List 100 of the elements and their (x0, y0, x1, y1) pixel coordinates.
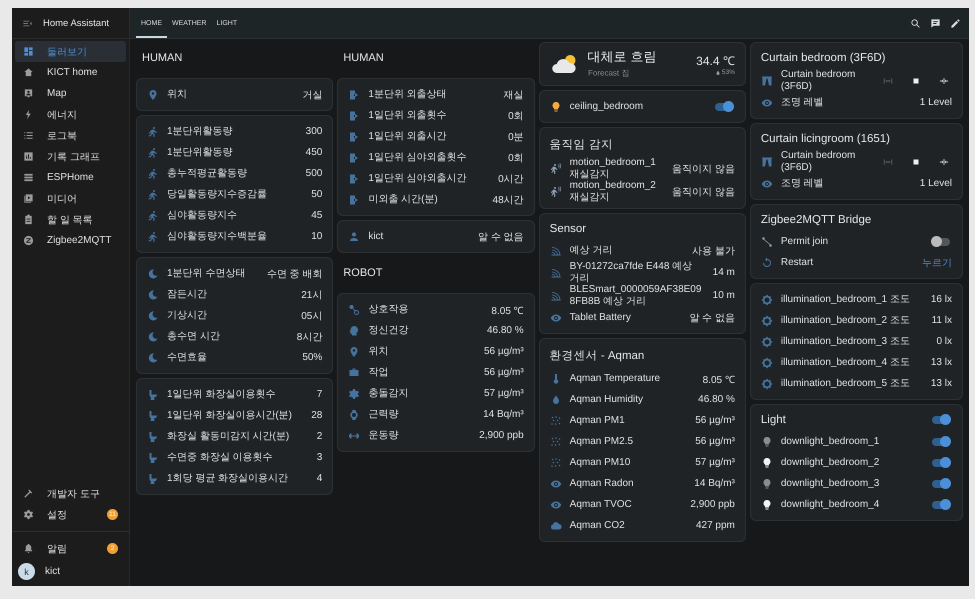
user-item[interactable]: k kict (12, 561, 129, 586)
toggle-switch[interactable] (932, 416, 950, 424)
search-icon[interactable] (910, 18, 921, 28)
entity-name: 1일단위 심야외출시간 (368, 172, 468, 184)
door-exit-icon (348, 88, 360, 100)
brightness-icon (760, 294, 773, 306)
entity-value: 알 수 없음 (478, 230, 524, 244)
entity-value: 거실 (302, 88, 322, 102)
sidebar-item[interactable]: ESPHome (15, 167, 126, 188)
sidebar-item[interactable]: Map (15, 83, 126, 104)
section-heading: HUMAN (141, 51, 184, 66)
entity-name: 총누적평균활동량 (167, 168, 248, 180)
motion-sensor-icon (550, 162, 562, 174)
entity-value: 2,900 ppb (690, 499, 735, 510)
brightness-icon (760, 314, 773, 326)
server-icon (23, 172, 34, 183)
eye-icon (760, 96, 773, 108)
sidebar-item[interactable]: 할 일 목록 (15, 209, 126, 230)
entity-name: 미외출 시간(분) (368, 194, 439, 206)
door-exit-icon (348, 152, 360, 164)
clipboard-icon (23, 214, 34, 225)
toggle-switch[interactable] (932, 438, 950, 446)
weather-condition: 대체로 흐림 (588, 48, 658, 66)
entity-name: 1분단위 외출상태 (368, 88, 448, 100)
entity-value: 50% (302, 352, 322, 363)
entity-value: 수면 중 배회 (266, 268, 322, 280)
entity-value: 28 (311, 410, 322, 421)
entity-name: 수면효율 (167, 352, 208, 364)
press-link[interactable]: 누르기 (922, 256, 952, 270)
entity-value: 21시 (301, 288, 322, 302)
running-person-icon (147, 188, 159, 200)
motion-sensor-icon (550, 186, 562, 198)
entity-name: illumination_bedroom_4 조도 (780, 356, 911, 368)
bar-chart-icon (23, 151, 34, 162)
entity-name: 당일활동량지수증감률 (167, 188, 268, 200)
link-nodes-icon (760, 236, 773, 248)
location-pin-icon (348, 346, 360, 358)
entity-name: 1일단위 화장실이용시간(분) (167, 410, 293, 422)
entity-name: 1일단위 화장실이용횟수 (167, 388, 276, 400)
entity-value: 45 (311, 210, 322, 221)
entity-name: illumination_bedroom_2 조도 (780, 314, 911, 326)
entity-value: 사용 불가 (692, 244, 735, 258)
entity-value: 0 lx (936, 336, 952, 347)
stop-icon (911, 156, 921, 166)
sidebar-item[interactable]: 개발자 도구 (15, 483, 126, 504)
sidebar-item[interactable]: 로그북 (15, 125, 126, 146)
toggle-switch[interactable] (932, 500, 950, 508)
running-person-icon (147, 210, 159, 222)
card-title: Curtain licingroom (1651) (760, 133, 890, 145)
entity-name: 1일단위 심야외출횟수 (368, 152, 468, 164)
entity-name: 조명 레벨 (780, 178, 825, 190)
entity-name: downlight_bedroom_2 (780, 456, 880, 468)
entity-name: 1분단위 수면상태 (167, 268, 246, 280)
running-person-icon (147, 230, 159, 242)
sidebar-item[interactable]: 에너지 (15, 104, 126, 125)
toggle-switch[interactable] (932, 238, 950, 246)
entity-value: 3 (316, 452, 322, 463)
entity-value: 8.05 ℃ (491, 304, 524, 316)
entity-name: Aqman PM2.5 (570, 436, 634, 448)
moon-icon (147, 310, 159, 322)
briefcase-icon (348, 366, 360, 378)
sidebar-item[interactable]: Zigbee2MQTT (15, 230, 126, 251)
toilet-icon (147, 410, 159, 422)
entity-name: 예상 거리 (570, 244, 614, 256)
moon-icon (147, 330, 159, 342)
particles-icon (550, 414, 562, 426)
forecast-source: Forecast 집 (588, 68, 630, 79)
entity-value: 427 ppm (696, 520, 735, 531)
pencil-icon[interactable] (950, 18, 961, 28)
toggle-switch[interactable] (714, 102, 733, 110)
toggle-switch[interactable] (932, 480, 950, 488)
sidebar-item[interactable]: 둘러보기 (15, 41, 126, 62)
entity-name: BY-01272ca7fde E448 예상 거리 (570, 261, 694, 284)
arrows-apart-icon (883, 76, 893, 86)
entity-name: Aqman TVOC (570, 498, 633, 510)
moon-icon (147, 352, 159, 364)
toggle-switch[interactable] (932, 458, 950, 466)
house-icon (23, 67, 34, 78)
entity-name: 1분단위활동량 (167, 146, 234, 158)
entity-value: 56 µg/m³ (484, 367, 524, 378)
chat-icon[interactable] (930, 18, 941, 28)
stop-icon (911, 76, 921, 86)
entity-name: Curtain bedroom (3F6D) (780, 69, 856, 92)
particles-icon (550, 436, 562, 448)
door-exit-icon (348, 110, 360, 122)
entity-name: kict (368, 230, 384, 242)
sidebar-item[interactable]: KICT home (15, 62, 126, 83)
sidebar-item[interactable]: 기록 그래프 (15, 146, 126, 167)
curtains-icon (760, 74, 773, 86)
entity-value: 16 lx (930, 294, 952, 305)
light-bulb-icon (760, 436, 773, 448)
sidebar-item[interactable]: 미디어 (15, 188, 126, 209)
entity-value: 500 (306, 168, 322, 179)
toilet-icon (147, 430, 159, 442)
entity-value: 57 µg/m³ (695, 457, 735, 468)
entity-value: 14 Bq/m³ (694, 478, 735, 489)
list-icon (23, 130, 34, 141)
entity-name: Tablet Battery (570, 312, 632, 324)
entity-value: 14 Bq/m³ (483, 409, 524, 420)
head-icon (348, 324, 360, 336)
